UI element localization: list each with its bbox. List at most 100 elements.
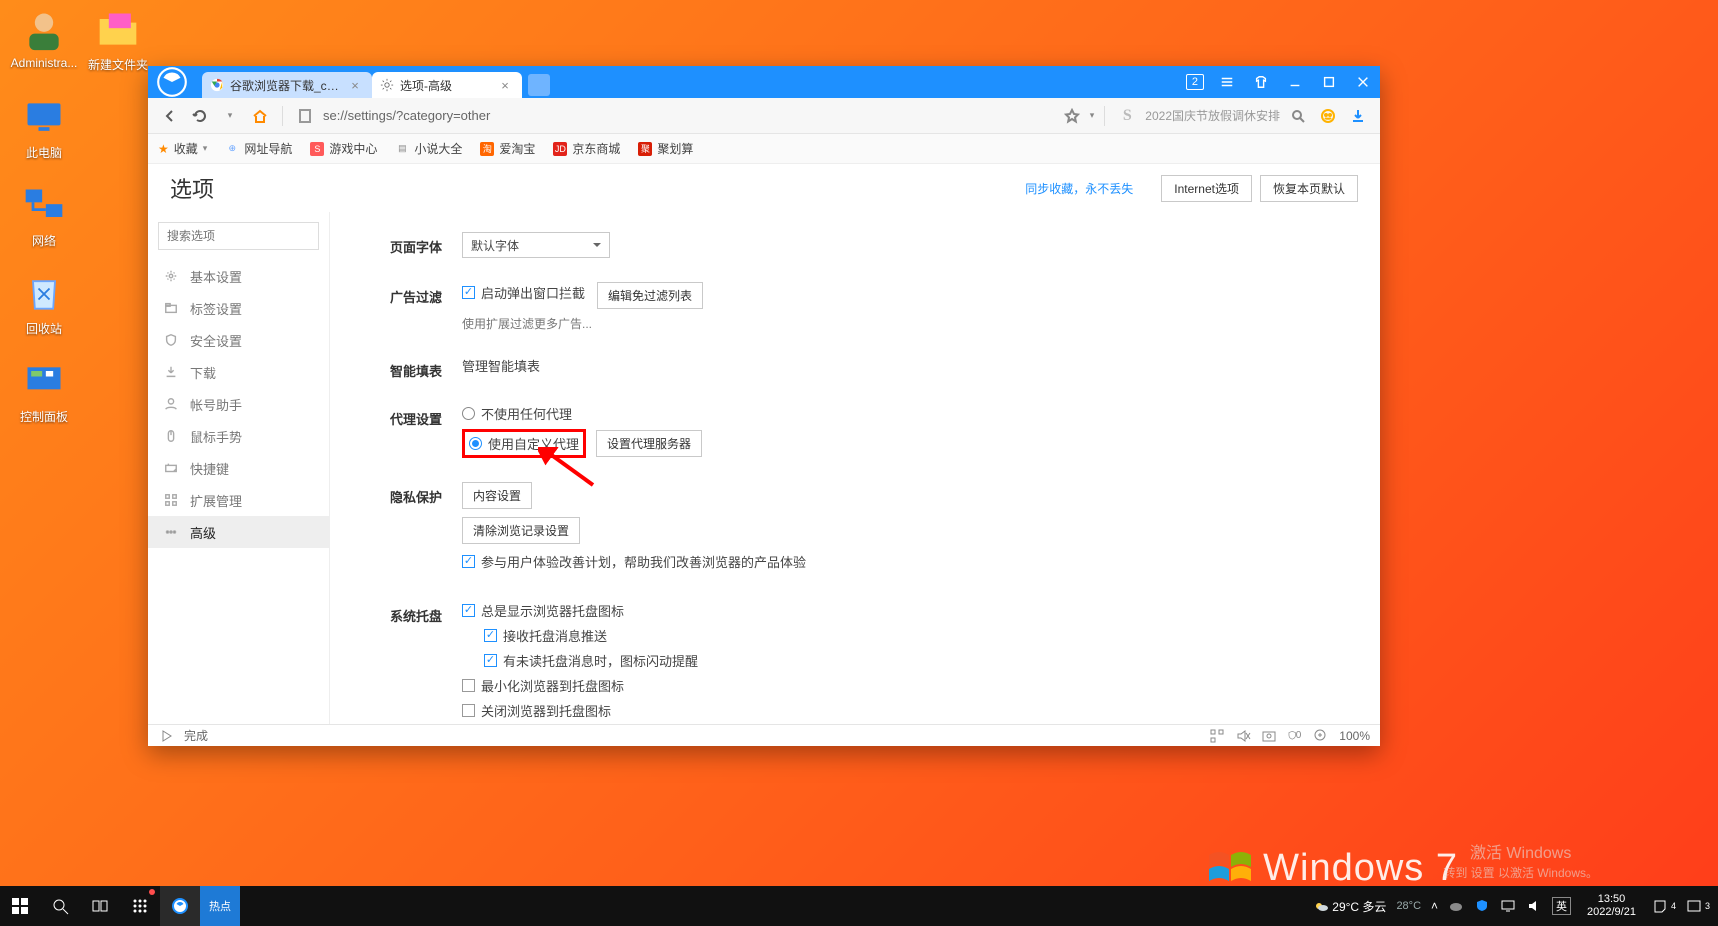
tab-0[interactable]: 谷歌浏览器下载_chrome... ×	[202, 72, 372, 98]
capture-icon[interactable]	[1261, 728, 1277, 744]
back-icon[interactable]	[158, 104, 182, 128]
sidebar-item-mouse[interactable]: 鼠标手势	[148, 420, 329, 452]
bm-game[interactable]: S游戏中心	[310, 140, 377, 157]
titlebar: 谷歌浏览器下载_chrome... × 选项-高级 × 2	[148, 66, 1380, 98]
security-tray-icon[interactable]	[1474, 898, 1490, 914]
window-count-badge[interactable]: 2	[1186, 74, 1204, 90]
mouse-icon	[164, 429, 178, 443]
desktop-icon-network[interactable]: 网络	[8, 184, 80, 249]
bm-jd[interactable]: JD京东商城	[553, 140, 620, 157]
tray-chevron[interactable]: ˄	[1431, 899, 1438, 913]
volume-tray-icon[interactable]	[1526, 898, 1542, 914]
tray-always-checkbox[interactable]: 总是显示浏览器托盘图标	[462, 601, 1340, 620]
search-button[interactable]	[40, 886, 80, 926]
sidebar-item-ext[interactable]: 扩展管理	[148, 484, 329, 516]
mute-icon[interactable]	[1235, 728, 1251, 744]
tab-0-close-icon[interactable]: ×	[348, 78, 362, 93]
tab-1[interactable]: 选项-高级 ×	[372, 72, 522, 98]
notifications-icon[interactable]: 4	[1652, 898, 1676, 914]
tray-minimize-checkbox[interactable]: 最小化浏览器到托盘图标	[462, 676, 1340, 695]
content-settings-button[interactable]: 内容设置	[462, 482, 532, 509]
start-button[interactable]	[0, 886, 40, 926]
maximize-icon[interactable]	[1312, 66, 1346, 98]
reload-dropdown-icon[interactable]: ▾	[218, 104, 242, 128]
sync-link[interactable]: 同步收藏，永不丢失	[1025, 180, 1133, 197]
desktop-icon-user[interactable]: Administra...	[8, 8, 80, 70]
jd-icon: JD	[553, 142, 567, 156]
manage-autofill-link[interactable]: 管理智能填表	[462, 359, 540, 374]
action-center-icon[interactable]: 3	[1686, 898, 1710, 914]
qr-icon[interactable]	[1209, 728, 1225, 744]
user-icon	[164, 397, 178, 411]
ux-program-checkbox[interactable]: 参与用户体验改善计划，帮助我们改善浏览器的产品体验	[462, 552, 1340, 571]
gear-icon	[164, 269, 178, 283]
internet-options-button[interactable]: Internet选项	[1161, 175, 1252, 202]
network-icon	[22, 184, 66, 228]
desktop-icon-thispc[interactable]: 此电脑	[8, 96, 80, 161]
shield-status-icon[interactable]: 0	[1287, 728, 1303, 744]
tab-1-close-icon[interactable]: ×	[498, 78, 512, 93]
taskview-button[interactable]	[80, 886, 120, 926]
tray-flash-checkbox[interactable]: 有未读托盘消息时，图标闪动提醒	[484, 651, 1340, 670]
bookmark-star-icon[interactable]	[1060, 104, 1084, 128]
desktop-icon-control-panel[interactable]: 控制面板	[8, 360, 80, 425]
edit-allowlist-button[interactable]: 编辑免过滤列表	[597, 282, 703, 309]
ime-indicator[interactable]: 英	[1552, 897, 1571, 915]
desktop-icon-recycle[interactable]: 回收站	[8, 272, 80, 337]
taskbar-app-hot[interactable]: 热点	[200, 886, 240, 926]
favorites-label[interactable]: ★收藏▾	[158, 140, 207, 157]
menu-icon[interactable]	[1210, 66, 1244, 98]
weather-secondary: 28°C	[1396, 900, 1421, 912]
play-icon[interactable]	[158, 728, 174, 744]
onedrive-icon[interactable]	[1448, 898, 1464, 914]
search-input[interactable]	[158, 222, 319, 250]
star-dropdown-icon[interactable]: ▾	[1090, 110, 1095, 121]
tray-close-checkbox[interactable]: 关闭浏览器到托盘图标	[462, 701, 1340, 720]
desktop-icon-folder[interactable]: 新建文件夹	[82, 8, 154, 73]
clock[interactable]: 13:50 2022/9/21	[1581, 893, 1642, 919]
site-info-icon[interactable]	[293, 104, 317, 128]
sidebar-item-account[interactable]: 帐号助手	[148, 388, 329, 420]
status-text: 完成	[184, 727, 208, 744]
zoom-icon[interactable]	[1313, 728, 1329, 744]
shield-icon	[164, 333, 178, 347]
bm-nav[interactable]: ⊕网址导航	[225, 140, 292, 157]
home-icon[interactable]	[248, 104, 272, 128]
reload-icon[interactable]	[188, 104, 212, 128]
weather-tray[interactable]: 29°C 多云	[1313, 898, 1386, 915]
sidebar-item-download[interactable]: 下载	[148, 356, 329, 388]
apps-button[interactable]	[120, 886, 160, 926]
reset-defaults-button[interactable]: 恢复本页默认	[1260, 175, 1358, 202]
bm-novel[interactable]: ▤小说大全	[395, 140, 462, 157]
activation-watermark: 激活 Windows 转到 设置 以激活 Windows。	[1443, 843, 1598, 882]
skin-icon[interactable]	[1244, 66, 1278, 98]
window-controls: 2	[1180, 66, 1380, 98]
new-tab-button[interactable]	[528, 74, 550, 96]
close-icon[interactable]	[1346, 66, 1380, 98]
section-tray: 系统托盘 总是显示浏览器托盘图标 接收托盘消息推送 有未读托盘消息时，图标闪动提…	[390, 601, 1340, 724]
no-proxy-radio[interactable]: 不使用任何代理	[462, 404, 1340, 423]
minimize-icon[interactable]	[1278, 66, 1312, 98]
bm-taobao[interactable]: 淘爱淘宝	[480, 140, 535, 157]
network-tray-icon[interactable]	[1500, 898, 1516, 914]
taskbar-app-sogou[interactable]	[160, 886, 200, 926]
search-icon[interactable]	[1286, 104, 1310, 128]
font-select[interactable]: 默认字体	[462, 232, 610, 258]
set-proxy-button[interactable]: 设置代理服务器	[596, 430, 702, 457]
smiley-icon[interactable]	[1316, 104, 1340, 128]
sidebar-item-advanced[interactable]: 高级	[148, 516, 329, 548]
sidebar-item-shortcut[interactable]: 快捷键	[148, 452, 329, 484]
address-hint: 2022国庆节放假调休安排	[1145, 107, 1280, 124]
sidebar-item-security[interactable]: 安全设置	[148, 324, 329, 356]
gear-favicon-icon	[380, 78, 394, 92]
clear-history-button[interactable]: 清除浏览记录设置	[462, 517, 580, 544]
popup-block-checkbox[interactable]: 启动弹出窗口拦截	[462, 283, 585, 302]
bm-ju[interactable]: 聚聚划算	[638, 140, 693, 157]
tab-strip: 谷歌浏览器下载_chrome... × 选项-高级 ×	[196, 66, 1180, 98]
sidebar-item-basic[interactable]: 基本设置	[148, 260, 329, 292]
url-input[interactable]	[323, 102, 1054, 130]
taskbar: 热点 29°C 多云 28°C ˄ 英 13:50 2022/9/21 4 3	[0, 886, 1718, 926]
tray-push-checkbox[interactable]: 接收托盘消息推送	[484, 626, 1340, 645]
sidebar-item-tabs[interactable]: 标签设置	[148, 292, 329, 324]
download-icon[interactable]	[1346, 104, 1370, 128]
